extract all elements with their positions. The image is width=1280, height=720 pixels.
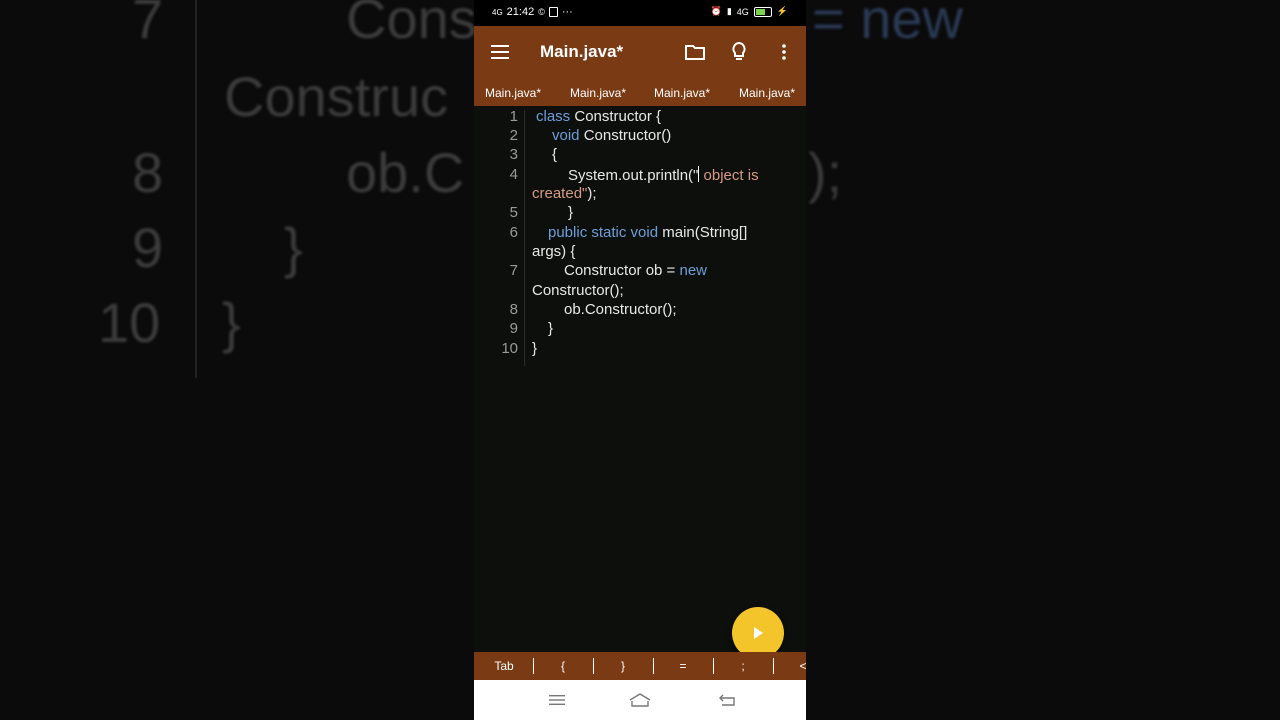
code-line: { [552,146,558,163]
string-token: created" [532,185,588,202]
code-token: Constructor ob = [564,262,680,279]
background-line-number: 8 [132,141,164,204]
key-separator [593,658,594,674]
notification-icon: © [538,7,545,17]
code-line: void Constructor() [552,127,671,144]
more-notifications: ··· [561,6,573,18]
line-number: 1 [509,108,518,125]
code-line-wrapped: created"); [532,185,597,202]
app-bar: Main.java* [474,26,806,80]
code-line: System.out.println(" object is [568,166,759,184]
background-divider [195,0,197,378]
line-number: 9 [509,320,518,337]
hamburger-menu-icon[interactable] [490,43,510,61]
key-tab[interactable]: Tab [484,659,524,673]
background-code: ); [808,141,843,204]
line-number: 8 [509,301,518,318]
background-code: } [222,291,241,354]
battery-level [755,8,765,15]
background-line-number: 10 [98,291,161,354]
file-title: Main.java* [540,42,624,61]
key-equals[interactable]: = [663,659,703,673]
key-separator [653,658,654,674]
system-nav-bar [474,680,806,720]
code-line: } [548,320,554,337]
line-number: 10 [501,340,518,357]
lightbulb-icon[interactable] [729,40,749,64]
key-less-than[interactable]: < [783,659,806,673]
code-token: ); [587,185,597,202]
key-semicolon[interactable]: ; [723,659,763,673]
symbol-key-bar: Tab { } = ; < [474,652,806,680]
line-number: 5 [509,204,518,221]
background-line-number: 7 [132,0,164,50]
code-token: Constructor() [579,127,672,144]
more-vertical-icon[interactable] [776,42,792,62]
alarm-icon: ⏰ [710,6,722,16]
line-number: 7 [509,262,518,279]
line-number: 4 [509,166,518,183]
background-code: Construc [224,65,449,128]
line-number: 6 [509,224,518,241]
play-icon [754,627,763,639]
signal-icon: ▮ [726,6,732,16]
battery-icon [753,6,772,17]
code-token: Constructor { [570,108,662,125]
phone-screen: 4G 21:42 © ··· ⏰ ▮ 4G ⚡ Main.java* Main.… [474,0,806,720]
status-time: 21:42 [506,6,535,18]
background-code: Cons [346,0,477,50]
tab-main-java[interactable]: Main.java* [739,86,795,100]
tab-main-java[interactable]: Main.java* [654,86,710,100]
key-close-brace[interactable]: } [603,659,643,673]
key-separator [533,658,534,674]
key-separator [713,658,714,674]
back-icon[interactable] [718,692,736,708]
charging-icon: ⚡ [776,6,788,16]
file-tabs: Main.java* Main.java* Main.java* Main.ja… [474,80,806,106]
code-line: class Constructor { [536,108,661,125]
keyword-token: void [552,127,580,144]
tab-main-java[interactable]: Main.java* [485,86,541,100]
background-line-number: 9 [132,216,164,279]
status-bar: 4G 21:42 © ··· ⏰ ▮ 4G ⚡ [474,0,806,26]
background-code: ob.C [346,141,465,204]
network-indicator: 4G [492,7,503,17]
code-line: Constructor ob = new [564,262,707,279]
keyword-token: public static void [548,224,659,241]
gutter-divider [524,110,525,366]
code-token: System.out.println(" [568,167,699,184]
code-editor[interactable]: 1 2 3 4 5 6 7 8 9 10 class Constructor {… [474,106,806,652]
folder-icon[interactable] [684,42,706,62]
keyword-token: class [536,108,571,125]
line-number: 3 [509,146,518,163]
code-line: ob.Constructor(); [564,301,677,318]
home-icon[interactable] [629,691,651,709]
string-token: object is [699,167,759,184]
network-indicator: 4G [736,6,749,17]
background-code: = new [812,0,963,50]
background-code: } [284,216,303,279]
code-line-wrapped: args) { [532,243,576,260]
tab-main-java[interactable]: Main.java* [570,86,626,100]
notification-icon [548,7,558,17]
key-open-brace[interactable]: { [543,659,583,673]
recent-apps-icon[interactable] [548,693,566,707]
keyword-token: new [679,262,708,279]
code-token: main(String[] [658,224,748,241]
code-line: public static void main(String[] [548,224,747,241]
code-line: } [532,340,538,357]
key-separator [773,658,774,674]
code-line: } [568,204,574,221]
code-line-wrapped: Constructor(); [532,282,624,299]
line-number: 2 [509,127,518,144]
